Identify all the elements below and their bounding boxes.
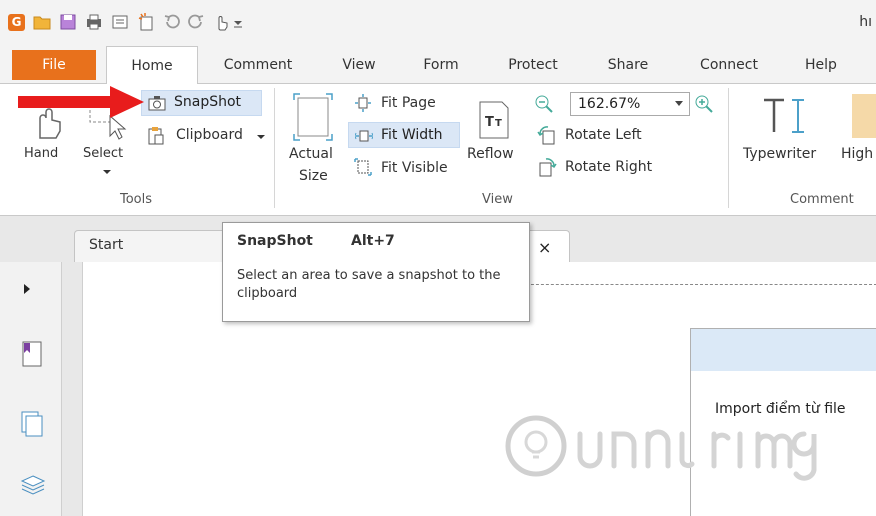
- group-divider: [274, 88, 275, 208]
- properties-icon[interactable]: [110, 12, 130, 32]
- fit-page-icon: [355, 94, 371, 112]
- ribbon-tabs: File Home Comment View Form Protect Shar…: [0, 46, 876, 85]
- fit-page-label: Fit Page: [381, 95, 436, 111]
- window-title: hı: [859, 14, 872, 30]
- redo-icon[interactable]: [186, 12, 206, 32]
- tools-group-label: Tools: [120, 192, 153, 207]
- highlight-label: High: [841, 146, 874, 162]
- new-document-icon[interactable]: [136, 12, 156, 32]
- undo-icon[interactable]: [162, 12, 182, 32]
- tab-start-label: Start: [89, 237, 124, 253]
- clipboard-label: Clipboard: [176, 127, 243, 143]
- tab-share[interactable]: Share: [594, 46, 662, 84]
- fit-visible-label: Fit Visible: [381, 160, 448, 176]
- dialog-header: [691, 329, 876, 371]
- page-dashed-line: [521, 284, 876, 285]
- open-folder-icon[interactable]: [32, 12, 52, 32]
- rotate-left-icon: [537, 126, 555, 145]
- print-icon[interactable]: [84, 12, 104, 32]
- snapshot-tooltip: SnapShot Alt+7 Select an area to save a …: [222, 222, 530, 322]
- fit-visible-icon: [354, 158, 372, 176]
- group-divider: [728, 88, 729, 208]
- zoom-level-value: 162.67%: [578, 96, 641, 112]
- rotate-left-label: Rotate Left: [565, 127, 642, 143]
- tooltip-shortcut: Alt+7: [351, 233, 395, 249]
- pages-icon[interactable]: [20, 410, 44, 438]
- tab-connect[interactable]: Connect: [686, 46, 772, 84]
- tooltip-title: SnapShot: [237, 233, 313, 249]
- tab-protect[interactable]: Protect: [494, 46, 572, 84]
- reflow-label: Reflow: [467, 146, 514, 162]
- select-label: Select: [83, 146, 124, 161]
- chevron-down-icon: [675, 101, 683, 106]
- tab-home[interactable]: Home: [106, 46, 198, 85]
- red-arrow-annotation: [18, 86, 144, 118]
- expand-arrow-icon[interactable]: [20, 282, 34, 296]
- fit-width-icon: [355, 130, 373, 142]
- customize-dropdown-icon[interactable]: [232, 12, 244, 32]
- tab-close-icon[interactable]: ×: [538, 238, 551, 257]
- clipboard-icon: [148, 127, 164, 145]
- bookmark-icon[interactable]: [20, 340, 44, 368]
- hand-label: Hand: [24, 146, 59, 161]
- rotate-right-label: Rotate Right: [565, 159, 653, 175]
- chevron-down-icon: [257, 135, 265, 139]
- fit-width-label: Fit Width: [381, 127, 443, 143]
- reflow-icon: TT: [479, 101, 509, 139]
- layers-icon[interactable]: [20, 472, 46, 498]
- app-logo-icon[interactable]: G: [8, 14, 25, 31]
- typewriter-label: Typewriter: [743, 146, 817, 162]
- snapshot-label: SnapShot: [174, 94, 242, 110]
- chevron-down-icon: [103, 170, 111, 174]
- camera-icon: [148, 96, 166, 111]
- save-icon[interactable]: [58, 12, 78, 32]
- tab-form[interactable]: Form: [408, 46, 474, 84]
- svg-text:T: T: [495, 118, 502, 129]
- actual-size-label-2: Size: [299, 168, 328, 184]
- snapshot-button[interactable]: SnapShot: [141, 90, 262, 116]
- tab-file[interactable]: File: [12, 50, 96, 80]
- tab-view[interactable]: View: [328, 46, 390, 84]
- comment-group-label: Comment: [790, 192, 854, 207]
- tooltip-description: Select an area to save a snapshot to the…: [237, 268, 501, 301]
- fit-width-button[interactable]: Fit Width: [348, 122, 460, 148]
- zoom-in-icon[interactable]: [694, 94, 714, 114]
- typewriter-icon: [764, 98, 804, 133]
- actual-size-label-1: Actual: [289, 146, 333, 162]
- tab-help[interactable]: Help: [792, 46, 850, 84]
- svg-text:T: T: [485, 115, 494, 130]
- zoom-out-icon[interactable]: [534, 94, 554, 114]
- watermark-logo: [505, 415, 817, 481]
- navigation-panel: [0, 262, 62, 516]
- view-group-label: View: [482, 192, 513, 207]
- actual-size-icon: [293, 93, 333, 141]
- quick-access-toolbar: G hı: [0, 0, 876, 46]
- rotate-right-icon: [539, 158, 557, 177]
- hand-tool-icon[interactable]: [212, 12, 232, 32]
- zoom-level-select[interactable]: 162.67%: [570, 92, 690, 116]
- tab-start[interactable]: Start: [74, 230, 244, 262]
- tab-comment[interactable]: Comment: [210, 46, 306, 84]
- highlight-icon: [852, 94, 876, 138]
